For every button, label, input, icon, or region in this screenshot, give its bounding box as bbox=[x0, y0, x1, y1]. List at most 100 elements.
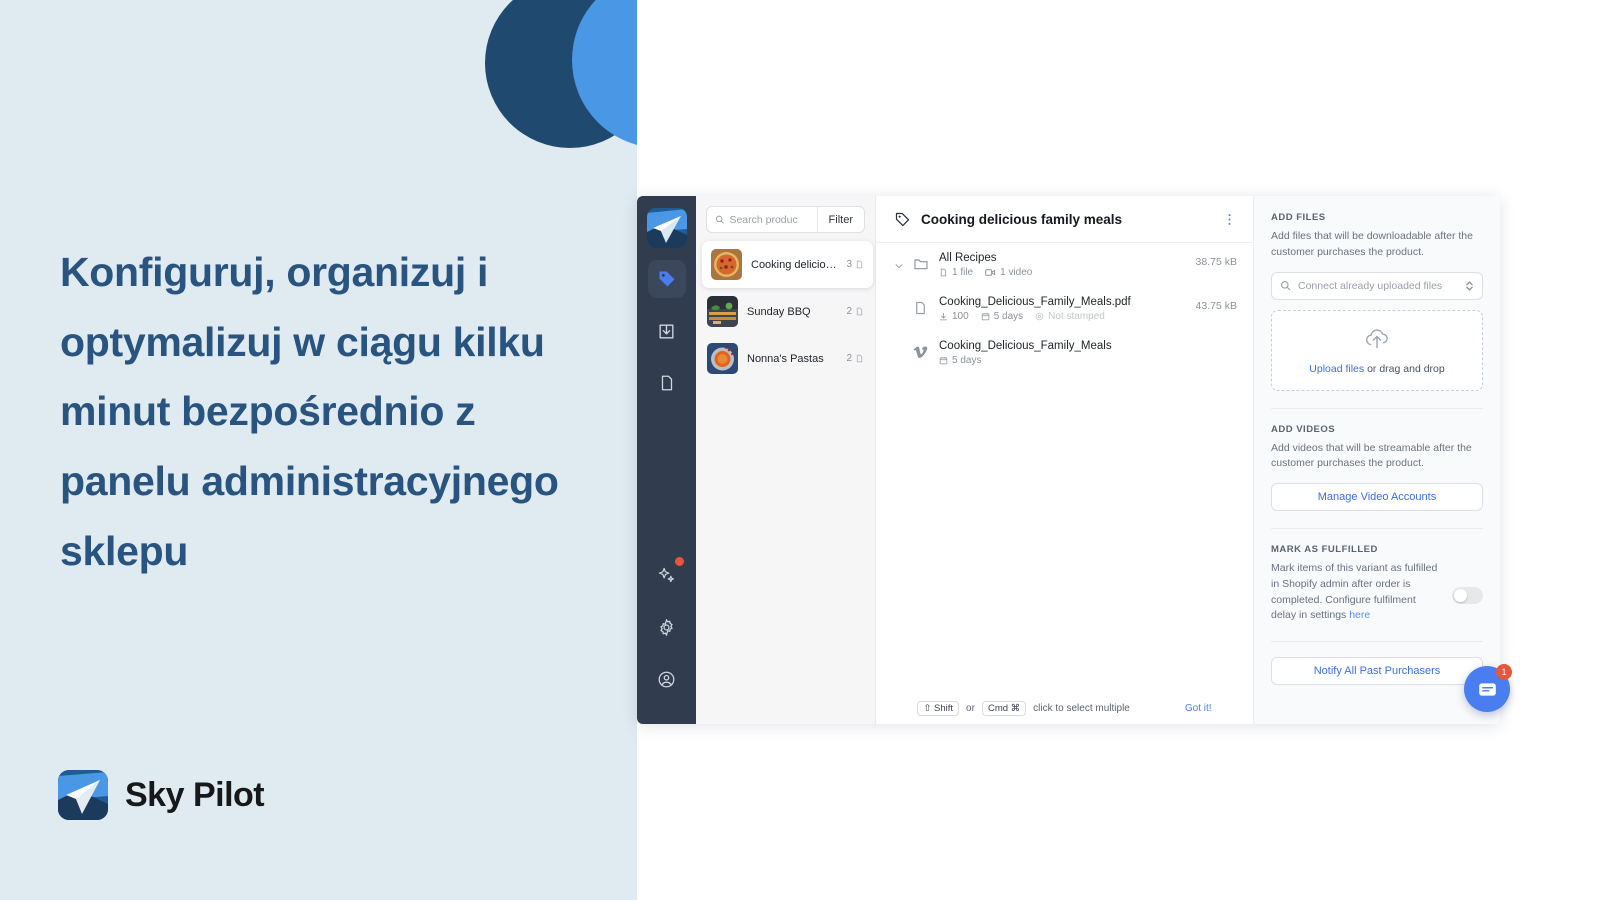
sidebar-item-settings[interactable] bbox=[648, 608, 686, 646]
product-name: Cooking delicious f... bbox=[751, 258, 838, 271]
upload-files-link[interactable]: Upload files bbox=[1309, 363, 1364, 375]
product-count-value: 2 bbox=[846, 306, 852, 317]
pizza-thumbnail bbox=[711, 249, 742, 280]
product-name: Nonna's Pastas bbox=[747, 352, 824, 365]
sidebar-item-downloads[interactable] bbox=[648, 312, 686, 350]
download-count-text: 100 bbox=[952, 311, 969, 322]
expiry-meta: 5 days bbox=[981, 311, 1023, 322]
add-files-title: ADD FILES bbox=[1271, 212, 1326, 223]
sky-pilot-logo-icon bbox=[58, 770, 108, 820]
row-indent-spacer bbox=[894, 340, 905, 346]
chat-widget-button[interactable]: 1 bbox=[1464, 664, 1512, 712]
manage-video-accounts-button[interactable]: Manage Video Accounts bbox=[1271, 483, 1483, 511]
video-count-text: 1 video bbox=[1000, 267, 1033, 278]
document-icon bbox=[856, 307, 863, 316]
files-panel-header: Cooking delicious family meals bbox=[876, 196, 1253, 243]
fulfilment-settings-link[interactable]: here bbox=[1349, 609, 1370, 621]
got-it-link[interactable]: Got it! bbox=[1185, 703, 1212, 714]
account-icon bbox=[658, 671, 675, 687]
app-window: Filter Cooking delicious f... 3 bbox=[637, 0, 1600, 900]
document-icon bbox=[856, 260, 863, 269]
product-file-count: 3 bbox=[846, 259, 864, 270]
toggle-knob bbox=[1454, 589, 1467, 602]
marketing-headline: Konfiguruj, organizuj i optymalizuj w ci… bbox=[60, 249, 559, 574]
document-icon bbox=[913, 296, 931, 321]
add-files-description: Add files that will be downloadable afte… bbox=[1271, 230, 1473, 258]
calendar-icon bbox=[939, 357, 948, 365]
product-list-item[interactable]: Cooking delicious f... 3 bbox=[702, 241, 873, 288]
mark-fulfilled-description: Mark items of this variant as fulfilled … bbox=[1271, 561, 1442, 624]
file-name: Cooking_Delicious_Family_Meals bbox=[939, 340, 1112, 352]
file-meta: 1 file 1 video bbox=[939, 267, 1188, 278]
marketing-panel: Konfiguruj, organizuj i optymalizuj w ci… bbox=[0, 0, 637, 900]
section-divider bbox=[1271, 528, 1483, 529]
search-icon bbox=[1281, 281, 1291, 291]
sidebar-item-whats-new[interactable] bbox=[648, 556, 686, 594]
download-icon bbox=[940, 312, 947, 321]
video-count-meta: 1 video bbox=[985, 267, 1032, 278]
more-options-icon[interactable] bbox=[1222, 212, 1237, 227]
file-count-text: 1 file bbox=[952, 267, 974, 278]
product-file-count: 2 bbox=[846, 306, 864, 317]
sidebar-item-files[interactable] bbox=[648, 364, 686, 402]
folder-icon bbox=[913, 252, 931, 277]
product-list-item[interactable]: Nonna's Pastas 2 bbox=[698, 335, 873, 382]
notify-past-purchasers-button[interactable]: Notify All Past Purchasers bbox=[1271, 657, 1483, 685]
product-list-item[interactable]: Sunday BBQ 2 bbox=[698, 288, 873, 335]
mark-fulfilled-title: MARK AS FULFILLED bbox=[1271, 544, 1378, 555]
product-count-value: 2 bbox=[846, 353, 852, 364]
file-row-content: Cooking_Delicious_Family_Meals.pdf 100 5… bbox=[939, 296, 1188, 322]
section-divider bbox=[1271, 641, 1483, 642]
settings-panel: ADD FILES Add files that will be downloa… bbox=[1253, 196, 1500, 724]
vimeo-glyph bbox=[913, 346, 928, 358]
download-count-meta: 100 bbox=[939, 311, 969, 322]
notification-badge-dot bbox=[674, 557, 684, 566]
section-divider bbox=[1271, 407, 1483, 409]
sidebar-item-products[interactable] bbox=[647, 260, 686, 298]
hint-joiner: or bbox=[966, 703, 975, 714]
inbox-download-icon bbox=[659, 323, 674, 339]
cmd-key-badge: Cmd ⌘ bbox=[981, 701, 1027, 716]
chevron-down-icon[interactable] bbox=[894, 252, 905, 276]
file-icon bbox=[940, 268, 947, 277]
file-row[interactable]: All Recipes 1 file 1 video 38.75 kB bbox=[876, 243, 1253, 287]
sidebar-item-account[interactable] bbox=[648, 660, 686, 698]
file-name: All Recipes bbox=[939, 252, 997, 264]
file-dropzone[interactable]: Upload files or drag and drop bbox=[1271, 309, 1483, 391]
file-row-content: Cooking_Delicious_Family_Meals 5 days bbox=[939, 340, 1229, 366]
add-videos-title: ADD VIDEOS bbox=[1271, 423, 1336, 435]
tag-icon bbox=[659, 271, 674, 287]
sparkles-icon bbox=[658, 567, 675, 582]
product-count-value: 3 bbox=[846, 259, 852, 270]
pasta-thumbnail bbox=[707, 343, 738, 374]
upload-cloud-icon bbox=[1365, 328, 1388, 348]
file-count-meta: 1 file bbox=[939, 267, 973, 278]
file-size: 43.75 kB bbox=[1195, 300, 1237, 312]
connect-uploaded-files-select[interactable]: Connect already uploaded files bbox=[1271, 271, 1483, 300]
search-input[interactable] bbox=[729, 213, 817, 226]
file-size: 38.75 kB bbox=[1195, 256, 1237, 268]
chat-icon bbox=[1478, 682, 1496, 696]
expiry-text: 5 days bbox=[993, 311, 1024, 322]
sidebar-item-logo[interactable] bbox=[646, 208, 687, 248]
sky-pilot-app-screenshot: Filter Cooking delicious f... 3 bbox=[637, 196, 1500, 724]
product-list-panel: Filter Cooking delicious f... 3 bbox=[696, 196, 876, 724]
search-and-filter-row: Filter bbox=[706, 206, 865, 233]
gear-icon bbox=[660, 618, 673, 636]
search-field[interactable] bbox=[707, 207, 817, 232]
stamp-status-text: Not stamped bbox=[1048, 311, 1105, 322]
filter-button[interactable]: Filter bbox=[816, 207, 864, 232]
file-row[interactable]: Cooking_Delicious_Family_Meals 5 days bbox=[876, 331, 1253, 375]
mark-fulfilled-text: Mark items of this variant as fulfilled … bbox=[1271, 562, 1438, 622]
connect-select-placeholder: Connect already uploaded files bbox=[1298, 279, 1443, 292]
search-icon bbox=[715, 215, 724, 224]
app-sidebar bbox=[637, 196, 696, 724]
variant-title: Cooking delicious family meals bbox=[921, 212, 1123, 227]
mark-fulfilled-row: Mark items of this variant as fulfilled … bbox=[1271, 561, 1483, 624]
file-row[interactable]: Cooking_Delicious_Family_Meals.pdf 100 5… bbox=[876, 287, 1253, 331]
mark-fulfilled-toggle[interactable] bbox=[1452, 587, 1483, 604]
stamp-status-meta: Not stamped bbox=[1035, 311, 1105, 322]
chevron-updown-icon bbox=[1466, 280, 1473, 291]
file-name: Cooking_Delicious_Family_Meals.pdf bbox=[939, 296, 1131, 308]
tag-icon bbox=[895, 212, 910, 227]
